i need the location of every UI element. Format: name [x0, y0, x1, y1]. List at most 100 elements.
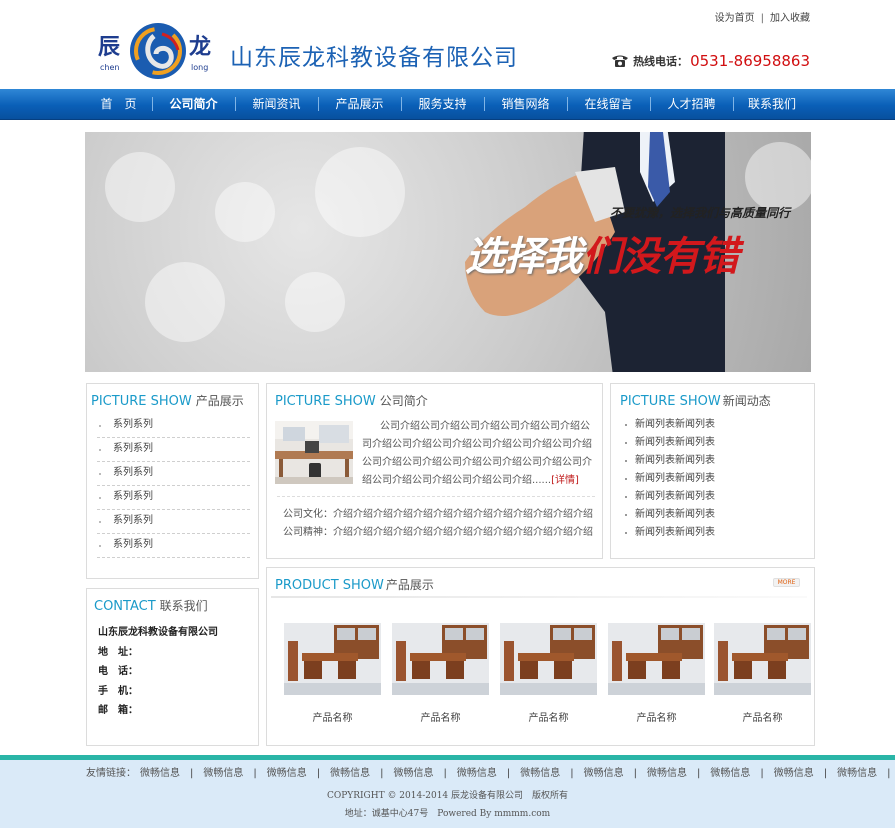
- products-title-en: PRODUCT SHOW: [275, 578, 384, 593]
- series-item[interactable]: 系列系列: [97, 438, 250, 462]
- product-image[interactable]: [608, 623, 705, 695]
- friend-link[interactable]: 微畅信息: [140, 768, 180, 779]
- logo-char-left: 辰: [98, 35, 120, 60]
- news-item[interactable]: 新闻列表新闻列表: [625, 470, 715, 488]
- nav-item-sales[interactable]: 销售网络: [484, 89, 567, 120]
- friend-link[interactable]: 微畅信息: [584, 768, 624, 779]
- nav-item-service[interactable]: 服务支持: [401, 89, 484, 120]
- nav-item-about[interactable]: 公司简介: [152, 89, 235, 120]
- product-image[interactable]: [500, 623, 597, 695]
- nav-item-news[interactable]: 新闻资讯: [235, 89, 318, 120]
- link-separator: |: [253, 768, 257, 779]
- product-card[interactable]: 产品名称: [714, 623, 811, 724]
- friend-link[interactable]: 微畅信息: [774, 768, 814, 779]
- banner-slogan-big: 选择我们没有错: [465, 224, 739, 282]
- about-office-image: [275, 421, 353, 484]
- footer: 友情链接： 微畅信息 | 微畅信息 | 微畅信息 | 微畅信息 | 微畅信息 | 微畅信息 | 微畅信息 |…: [0, 760, 895, 828]
- banner: 不要犹豫，选择我们与高质量同行 选择我们没有错: [85, 132, 811, 372]
- friend-link[interactable]: 微畅信息: [330, 768, 370, 779]
- phone-icon: [611, 54, 629, 68]
- top-links-separator: |: [760, 13, 764, 24]
- news-item[interactable]: 新闻列表新闻列表: [625, 506, 715, 524]
- about-more-link[interactable]: [详情]: [551, 475, 579, 486]
- news-item[interactable]: 新闻列表新闻列表: [625, 524, 715, 542]
- product-card[interactable]: 产品名称: [500, 623, 597, 724]
- news-item[interactable]: 新闻列表新闻列表: [625, 452, 715, 470]
- contact-title: CONTACT 联系我们: [94, 597, 208, 614]
- product-image[interactable]: [284, 623, 381, 695]
- link-separator: |: [570, 768, 574, 779]
- contact-company: 山东辰龙科教设备有限公司: [98, 627, 218, 638]
- series-item[interactable]: 系列系列: [97, 462, 250, 486]
- about-text: 公司介绍公司介绍公司介绍公司介绍公司介绍公司介绍公司介绍公司介绍公司介绍公司介绍…: [362, 418, 597, 490]
- contact-address: 地 址：: [98, 646, 138, 658]
- contact-phone: 电 话：: [98, 666, 138, 677]
- logo[interactable]: 辰 龙 chen long: [96, 22, 221, 80]
- product-name[interactable]: 产品名称: [284, 709, 381, 724]
- news-item[interactable]: 新闻列表新闻列表: [625, 488, 715, 506]
- left-products-title-en: PICTURE SHOW: [91, 394, 192, 409]
- about-title: PICTURE SHOW 公司简介: [275, 392, 428, 409]
- news-title: PICTURE SHOW 新闻动态: [620, 392, 771, 409]
- logo-char-right: 龙: [189, 35, 211, 60]
- link-separator: |: [443, 768, 447, 779]
- logo-en-right: long: [191, 63, 208, 72]
- nav-item-jobs[interactable]: 人才招聘: [650, 89, 733, 120]
- product-image[interactable]: [714, 623, 811, 695]
- friend-link[interactable]: 微畅信息: [837, 768, 877, 779]
- link-separator: |: [697, 768, 701, 779]
- contact-mobile: 手 机：: [98, 685, 138, 697]
- contact-title-en: CONTACT: [94, 599, 156, 614]
- copyright: COPYRIGHT © 2014-2014 辰龙设备有限公司 版权所有: [326, 791, 569, 801]
- product-name[interactable]: 产品名称: [392, 709, 489, 724]
- about-divider: [277, 496, 595, 497]
- friend-link[interactable]: 微畅信息: [394, 768, 434, 779]
- product-card[interactable]: 产品名称: [608, 623, 705, 724]
- left-products-title: PICTURE SHOW 产品展示: [91, 392, 244, 409]
- link-separator: |: [190, 768, 194, 779]
- products-title-underline: [271, 596, 807, 598]
- product-name[interactable]: 产品名称: [500, 709, 597, 724]
- news-title-en: PICTURE SHOW: [620, 394, 721, 409]
- series-item[interactable]: 系列系列: [97, 414, 250, 438]
- news-item[interactable]: 新闻列表新闻列表: [625, 416, 715, 434]
- news-item[interactable]: 新闻列表新闻列表: [625, 434, 715, 452]
- culture-label: 公司文化：: [283, 509, 333, 520]
- nav-item-message[interactable]: 在线留言: [567, 89, 650, 120]
- news-list: 新闻列表新闻列表 新闻列表新闻列表 新闻列表新闻列表 新闻列表新闻列表 新闻列表…: [625, 416, 715, 542]
- link-separator: |: [760, 768, 764, 779]
- contact-panel: CONTACT 联系我们 山东辰龙科教设备有限公司 地 址： 电 话： 手 机： …: [86, 588, 259, 746]
- series-item[interactable]: 系列系列: [97, 510, 250, 534]
- products-more-button[interactable]: MORE: [773, 578, 800, 587]
- friend-link[interactable]: 微畅信息: [267, 768, 307, 779]
- friend-link[interactable]: 微畅信息: [520, 768, 560, 779]
- left-products-title-cn: 产品展示: [195, 394, 244, 408]
- news-title-cn: 新闻动态: [722, 394, 771, 408]
- link-separator: |: [316, 768, 321, 779]
- nav-item-contact[interactable]: 联系我们: [733, 89, 811, 120]
- friend-link[interactable]: 微畅信息: [457, 768, 497, 779]
- product-name[interactable]: 产品名称: [608, 709, 705, 724]
- company-name: 山东辰龙科教设备有限公司: [230, 45, 518, 71]
- about-title-cn: 公司简介: [379, 394, 428, 408]
- nav-item-products[interactable]: 产品展示: [318, 89, 401, 120]
- friend-link[interactable]: 微畅信息: [647, 768, 687, 779]
- main-nav: 首 页 公司简介 新闻资讯 产品展示 服务支持 销售网络 在线留言 人才招聘 联…: [0, 89, 895, 120]
- banner-slogan-small: 不要犹豫，选择我们与高质量同行: [610, 206, 791, 220]
- link-separator: |: [380, 768, 384, 779]
- friend-link[interactable]: 微畅信息: [203, 768, 243, 779]
- product-image[interactable]: [392, 623, 489, 695]
- friend-link[interactable]: 微畅信息: [710, 768, 750, 779]
- link-separator: |: [633, 768, 637, 779]
- series-item[interactable]: 系列系列: [97, 486, 250, 510]
- banner-slogan-part1: 选择我: [465, 234, 583, 280]
- spirit-label: 公司精神：: [283, 527, 333, 538]
- product-name[interactable]: 产品名称: [714, 709, 811, 724]
- news-panel: PICTURE SHOW 新闻动态 新闻列表新闻列表 新闻列表新闻列表 新闻列表新…: [610, 383, 815, 559]
- product-card[interactable]: 产品名称: [392, 623, 489, 724]
- set-home-link[interactable]: 设为首页: [715, 13, 755, 24]
- series-item[interactable]: 系列系列: [97, 534, 250, 558]
- nav-item-home[interactable]: 首 页: [85, 89, 152, 120]
- add-favorite-link[interactable]: 加入收藏: [770, 13, 810, 24]
- product-card[interactable]: 产品名称: [284, 623, 381, 724]
